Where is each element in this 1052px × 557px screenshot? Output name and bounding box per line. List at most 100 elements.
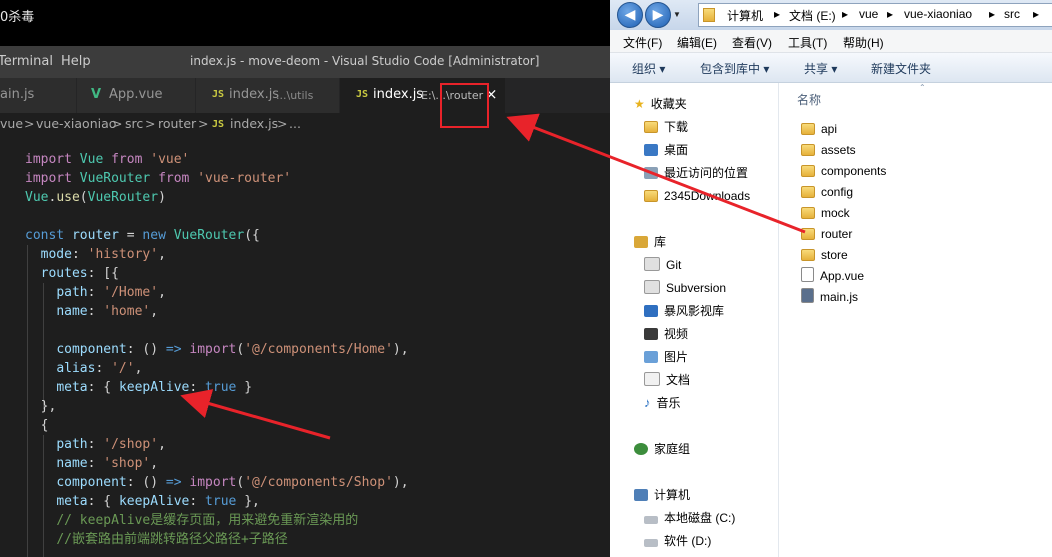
breadcrumb-sep: >: [198, 116, 209, 131]
library-icon: [634, 236, 648, 248]
code-line[interactable]: // keepAlive是缓存页面，用来避免重新渲染用的: [25, 511, 358, 530]
code-line[interactable]: import VueRouter from 'vue-router': [25, 169, 291, 188]
menu-help[interactable]: 帮助(H): [843, 34, 884, 51]
menu-file[interactable]: 文件(F): [623, 34, 662, 51]
tab-main-js[interactable]: ain.js: [0, 78, 77, 113]
code-line[interactable]: path: '/shop',: [25, 435, 166, 454]
nav-item-subversion[interactable]: Subversion: [644, 279, 726, 297]
folder-icon: [801, 207, 815, 219]
code-line[interactable]: component: () => import('@/components/Ho…: [25, 340, 408, 359]
file-list-item[interactable]: store: [801, 246, 848, 264]
breadcrumb-more[interactable]: ...: [289, 116, 301, 131]
address-sep: ▸: [989, 7, 996, 21]
computer-icon: [634, 489, 648, 501]
recent-places-icon: [644, 167, 658, 179]
back-arrow-icon[interactable]: ◀: [617, 2, 643, 28]
address-segment[interactable]: 文档 (E:): [789, 7, 836, 24]
nav-item-videos[interactable]: 视频: [644, 325, 688, 343]
file-list-item[interactable]: components: [801, 162, 886, 180]
column-header-name[interactable]: 名称: [797, 91, 821, 108]
breadcrumb-vue[interactable]: vue: [0, 116, 23, 131]
folder-icon: [801, 186, 815, 198]
tab-index-js-utils[interactable]: JS index.js ...\utils: [196, 78, 340, 113]
code-line[interactable]: path: '/Home',: [25, 283, 166, 302]
breadcrumb-vue-xiaoniao[interactable]: vue-xiaoniao: [36, 116, 116, 131]
breadcrumb-router[interactable]: router: [158, 116, 196, 131]
code-line[interactable]: meta: { keepAlive: true }: [25, 378, 252, 397]
breadcrumb-src[interactable]: src: [125, 116, 143, 131]
nav-label: 桌面: [664, 143, 689, 157]
file-list-item[interactable]: App.vue: [801, 267, 864, 285]
menu-help[interactable]: Help: [61, 54, 91, 69]
file-list-item[interactable]: config: [801, 183, 853, 201]
nav-label: 库: [654, 235, 667, 249]
nav-drive-d[interactable]: 软件 (D:): [644, 532, 711, 550]
menu-edit[interactable]: 编辑(E): [677, 34, 717, 51]
code-line[interactable]: Vue.use(VueRouter): [25, 188, 166, 207]
code-line[interactable]: import Vue from 'vue': [25, 150, 189, 169]
share-button[interactable]: 共享 ▾: [804, 60, 837, 77]
editor-tab-bar: ain.js V App.vue JS index.js ...\utils J…: [0, 78, 610, 113]
breadcrumb-file[interactable]: index.js: [230, 116, 278, 131]
menu-view[interactable]: 查看(V): [732, 34, 772, 51]
include-in-library-button[interactable]: 包含到库中 ▾: [700, 60, 769, 77]
nav-item-git[interactable]: Git: [644, 256, 681, 274]
nav-item-documents[interactable]: 文档: [644, 371, 690, 389]
nav-homegroup[interactable]: 家庭组: [634, 440, 690, 458]
code-line[interactable]: name: 'home',: [25, 302, 158, 321]
new-folder-button[interactable]: 新建文件夹: [871, 60, 931, 77]
address-segment[interactable]: vue-xiaoniao: [904, 7, 972, 21]
forward-arrow-icon[interactable]: ▶: [645, 2, 671, 28]
code-line[interactable]: },: [25, 397, 57, 416]
menu-tools[interactable]: 工具(T): [788, 34, 827, 51]
file-list-item[interactable]: api: [801, 120, 837, 138]
code-line[interactable]: alias: '/',: [25, 359, 142, 378]
folder-icon: [801, 165, 815, 177]
code-line[interactable]: mode: 'history',: [25, 245, 166, 264]
breadcrumb-sep: >: [145, 116, 156, 131]
tab-label: ain.js: [0, 87, 35, 102]
tab-label: App.vue: [109, 87, 163, 102]
code-line[interactable]: //嵌套路由前端跳转路径父路径+子路径: [25, 530, 287, 549]
address-segment[interactable]: src: [1004, 7, 1020, 21]
nav-computer[interactable]: 计算机: [634, 486, 690, 504]
file-list-item[interactable]: assets: [801, 141, 856, 159]
history-dropdown-icon[interactable]: ▼: [673, 10, 681, 19]
nav-item-music[interactable]: ♪ 音乐: [644, 394, 681, 412]
file-name: mock: [821, 206, 850, 220]
address-sep: ▸: [887, 7, 894, 21]
code-line[interactable]: routes: [{: [25, 264, 119, 283]
menu-terminal[interactable]: Terminal: [0, 54, 53, 69]
navigation-pane: ★ 收藏夹 下载 桌面 最近访问的位置 2345Downloads 库 Git S…: [610, 83, 779, 557]
explorer-menubar: 文件(F) 编辑(E) 查看(V) 工具(T) 帮助(H): [610, 30, 1052, 53]
nav-libraries[interactable]: 库: [634, 233, 666, 251]
file-list-item[interactable]: mock: [801, 204, 850, 222]
nav-favorites[interactable]: ★ 收藏夹: [634, 95, 687, 113]
nav-drive-c[interactable]: 本地磁盘 (C:): [644, 509, 735, 527]
nav-label: 软件 (D:): [664, 534, 712, 548]
nav-item-baofeng[interactable]: 暴风影视库: [644, 302, 724, 320]
code-line[interactable]: name: 'shop',: [25, 454, 158, 473]
nav-item-pictures[interactable]: 图片: [644, 348, 688, 366]
code-line[interactable]: component: () => import('@/components/Sh…: [25, 473, 408, 492]
folder-icon: [644, 121, 658, 133]
nav-item-downloads[interactable]: 下载: [644, 118, 688, 136]
file-list-item[interactable]: router: [801, 225, 852, 243]
file-icon: [801, 267, 814, 282]
file-list-item[interactable]: main.js: [801, 288, 858, 306]
nav-item-desktop[interactable]: 桌面: [644, 141, 688, 159]
tab-app-vue[interactable]: V App.vue: [77, 78, 196, 113]
nav-label: 最近访问的位置: [664, 166, 749, 180]
address-box[interactable]: 计算机 ▸ 文档 (E:) ▸ vue ▸ vue-xiaoniao ▸ src…: [698, 3, 1052, 27]
desktop-icon: [644, 144, 658, 156]
code-line[interactable]: {: [25, 416, 49, 435]
code-line[interactable]: const router = new VueRouter({: [25, 226, 260, 245]
nav-item-2345downloads[interactable]: 2345Downloads: [644, 187, 750, 205]
address-segment[interactable]: vue: [859, 7, 878, 21]
organize-button[interactable]: 组织 ▾: [632, 60, 665, 77]
address-segment[interactable]: 计算机: [727, 7, 763, 24]
code-line[interactable]: meta: { keepAlive: true },: [25, 492, 260, 511]
nav-item-recent[interactable]: 最近访问的位置: [644, 164, 748, 182]
nav-label: Subversion: [666, 281, 727, 295]
vscode-menubar: Terminal Help index.js - move-deom - Vis…: [0, 46, 610, 78]
